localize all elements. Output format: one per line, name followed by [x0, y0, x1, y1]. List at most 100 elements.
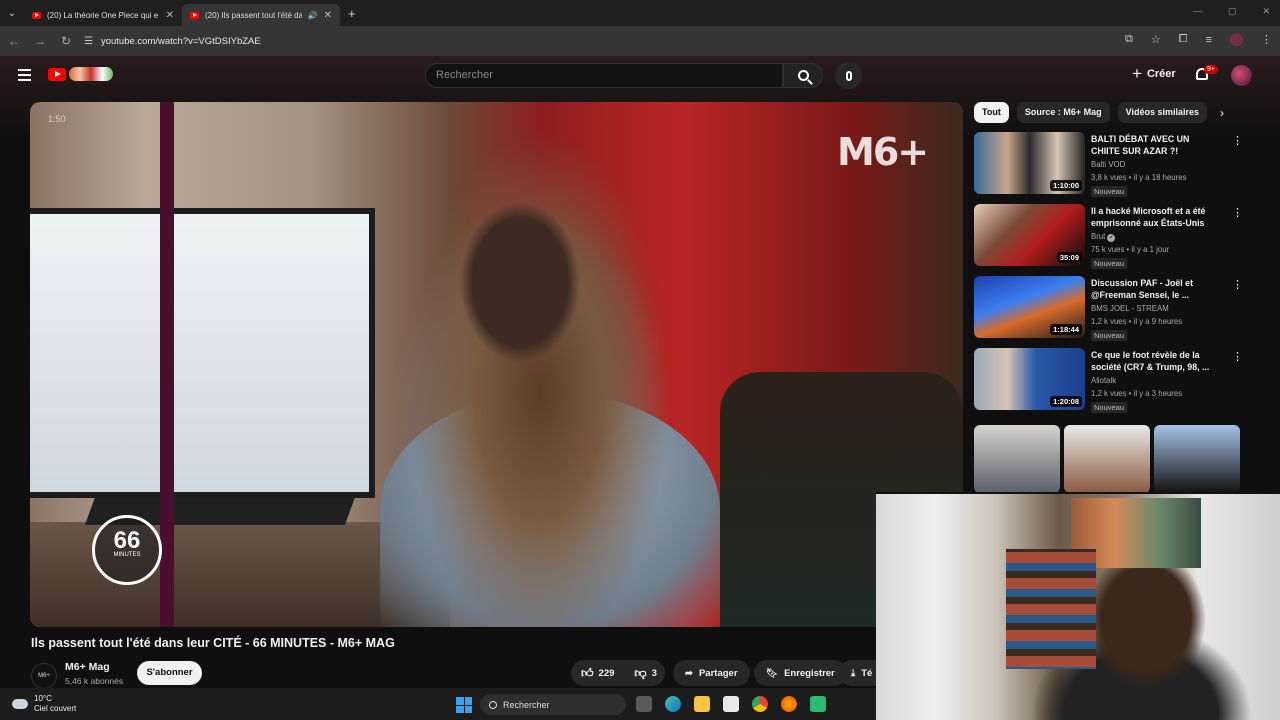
- list-item[interactable]: 1:20:08 Ce que le foot révèle de la soci…: [974, 346, 1254, 418]
- address-bar: ← → ↻ ☰ youtube.com/watch?v=VGtDSIYbZAE …: [0, 26, 1280, 56]
- video-duration: 35:09: [1056, 252, 1082, 263]
- more-options-icon[interactable]: ⋮: [1232, 350, 1243, 363]
- list-item[interactable]: 1:10:00 BALTI DÉBAT AVEC UN CHIITE SUR A…: [974, 130, 1254, 202]
- chrome-icon[interactable]: [752, 696, 768, 712]
- taskbar-search[interactable]: Rechercher: [480, 694, 626, 715]
- profile-avatar[interactable]: [1230, 33, 1243, 46]
- audio-playing-icon[interactable]: 🔊: [308, 11, 318, 20]
- tab-search-icon[interactable]: ⌄: [0, 0, 24, 26]
- account-avatar[interactable]: [1231, 65, 1252, 86]
- youtube-doodle-icon: [69, 67, 113, 81]
- window-controls: — ▢ ✕: [1193, 6, 1270, 17]
- badge-label: MINUTES: [113, 552, 141, 558]
- m6-watermark-logo: M6+: [837, 130, 929, 174]
- bookmark-star-icon[interactable]: ☆: [1151, 33, 1161, 46]
- save-label: Enregistrer: [784, 667, 835, 679]
- reading-list-icon[interactable]: ≡: [1206, 34, 1212, 46]
- browser-tab-bar: ⌄ (20) La théorie One Piece qui e ✕ (20)…: [0, 0, 1280, 26]
- notifications-badge: 9+: [1204, 65, 1218, 74]
- chevron-right-icon[interactable]: ›: [1220, 106, 1224, 120]
- maximize-icon[interactable]: ▢: [1228, 6, 1237, 17]
- like-button[interactable]: 👍︎ 229: [571, 660, 624, 686]
- channel-name[interactable]: Aliotalk: [1091, 376, 1116, 385]
- more-options-icon[interactable]: ⋮: [1232, 206, 1243, 219]
- close-tab-icon[interactable]: ✕: [166, 10, 174, 21]
- more-options-icon[interactable]: ⋮: [1232, 278, 1243, 291]
- list-item[interactable]: 35:09 Il a hacké Microsoft et a été empr…: [974, 202, 1254, 274]
- video-thumbnail[interactable]: 1:10:00: [974, 132, 1085, 194]
- channel-name[interactable]: Balti VOD: [1091, 160, 1125, 169]
- store-icon[interactable]: [723, 696, 739, 712]
- cast-icon[interactable]: ⧉: [1125, 33, 1133, 46]
- share-button[interactable]: ➦ Partager: [673, 660, 750, 686]
- download-icon: ⤓: [851, 667, 856, 679]
- channel-name[interactable]: Brut ✓: [1091, 232, 1116, 242]
- microphone-icon: [845, 70, 852, 81]
- edge-icon[interactable]: [665, 696, 681, 712]
- forward-icon[interactable]: →: [28, 34, 52, 48]
- url-text: youtube.com/watch?v=VGtDSIYbZAE: [100, 35, 261, 47]
- channel-name[interactable]: M6+ Mag: [65, 661, 110, 673]
- video-meta: 1,2 k vues • il y a 9 heures: [1091, 317, 1183, 326]
- new-tab-button[interactable]: +: [348, 6, 356, 21]
- browser-tab-1[interactable]: (20) La théorie One Piece qui e ✕: [24, 4, 182, 26]
- firefox-icon[interactable]: [781, 696, 797, 712]
- chip-all[interactable]: Tout: [974, 102, 1009, 123]
- extensions-icon[interactable]: ⧠: [1179, 33, 1188, 46]
- dislike-button[interactable]: 👎︎ 3: [624, 660, 666, 686]
- youtube-logo[interactable]: [48, 67, 113, 81]
- channel-avatar[interactable]: M6+ MAG: [31, 663, 57, 703]
- search-button[interactable]: [783, 63, 823, 88]
- weather-condition: Ciel couvert: [34, 704, 77, 713]
- url-field[interactable]: ☰ youtube.com/watch?v=VGtDSIYbZAE: [84, 36, 261, 47]
- windows-start-icon[interactable]: [456, 697, 472, 713]
- list-item[interactable]: 1:18:44 Discussion PAF - Joël et @Freema…: [974, 274, 1254, 346]
- weather-widget[interactable]: 10°C Ciel couvert: [10, 694, 76, 714]
- search-input[interactable]: Rechercher: [425, 63, 783, 88]
- new-badge: Nouveau: [1091, 402, 1128, 413]
- task-view-icon[interactable]: [636, 696, 652, 712]
- reload-icon[interactable]: ↻: [54, 34, 78, 48]
- browser-tab-2[interactable]: (20) Ils passent tout l'été da 🔊 ✕: [182, 4, 340, 26]
- video-meta: 3,8 k vues • il y a 18 heures: [1091, 173, 1187, 182]
- video-duration: 1:20:08: [1050, 396, 1082, 407]
- share-arrow-icon: ➦: [685, 667, 693, 679]
- close-tab-icon[interactable]: ✕: [324, 10, 332, 21]
- channel-name-text: Brut: [1091, 232, 1106, 241]
- video-title[interactable]: Discussion PAF - Joël et @Freeman Sensei…: [1091, 277, 1219, 301]
- video-thumbnail[interactable]: 35:09: [974, 204, 1085, 266]
- browser-menu-icon[interactable]: ⋮: [1261, 33, 1272, 46]
- video-title[interactable]: Ce que le foot révèle de la société (CR7…: [1091, 349, 1219, 373]
- video-thumbnail[interactable]: 1:18:44: [974, 276, 1085, 338]
- create-button[interactable]: + Créer: [1132, 65, 1176, 82]
- app-icon[interactable]: [810, 696, 826, 712]
- site-info-icon[interactable]: ☰: [84, 36, 93, 47]
- back-icon[interactable]: ←: [2, 34, 26, 48]
- short-thumbnail[interactable]: [974, 425, 1060, 493]
- video-title[interactable]: Il a hacké Microsoft et a été emprisonné…: [1091, 205, 1219, 229]
- minimize-icon[interactable]: —: [1193, 6, 1202, 17]
- channel-row: M6+ MAG M6+ Mag 5,46 k abonnés S'abonner…: [31, 660, 891, 703]
- taskbar-search-label: Rechercher: [503, 699, 550, 710]
- search-icon: [489, 700, 497, 709]
- new-badge: Nouveau: [1091, 186, 1128, 197]
- weather-text: 10°C Ciel couvert: [34, 694, 76, 714]
- subscribe-button[interactable]: S'abonner: [137, 661, 202, 685]
- video-thumbnail[interactable]: 1:20:08: [974, 348, 1085, 410]
- video-player[interactable]: M6+ 66 MINUTES 1:50: [30, 102, 963, 627]
- recommendations-list: 1:10:00 BALTI DÉBAT AVEC UN CHIITE SUR A…: [974, 130, 1254, 418]
- chip-similar[interactable]: Vidéos similaires: [1117, 102, 1207, 123]
- video-title[interactable]: BALTI DÉBAT AVEC UN CHIITE SUR AZAR ?!: [1091, 133, 1219, 157]
- close-window-icon[interactable]: ✕: [1262, 6, 1270, 17]
- 66-minutes-badge: 66 MINUTES: [92, 515, 162, 585]
- more-options-icon[interactable]: ⋮: [1232, 134, 1243, 147]
- short-thumbnail[interactable]: [1154, 425, 1240, 493]
- voice-search-button[interactable]: [835, 62, 862, 89]
- save-button[interactable]: 🔖︎ Enregistrer: [754, 660, 847, 686]
- chip-source[interactable]: Source : M6+ Mag: [1016, 102, 1110, 123]
- weather-cloud-icon: [10, 696, 28, 709]
- short-thumbnail[interactable]: [1064, 425, 1150, 493]
- file-explorer-icon[interactable]: [694, 696, 710, 712]
- menu-icon[interactable]: [18, 69, 31, 84]
- channel-name[interactable]: BMS JOEL - STREAM: [1091, 304, 1169, 313]
